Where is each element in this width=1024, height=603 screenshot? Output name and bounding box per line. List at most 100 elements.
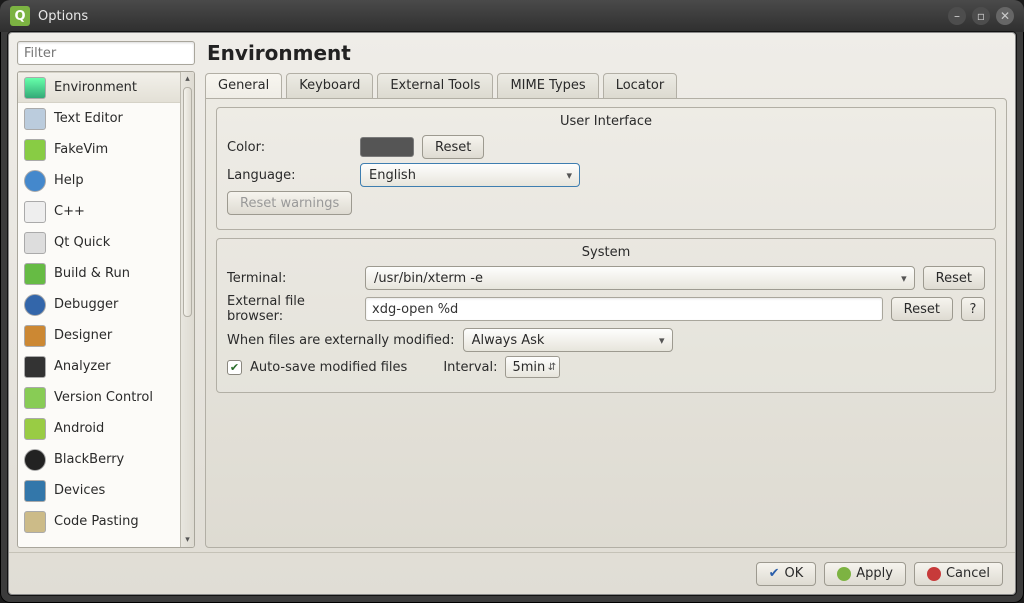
color-reset-button[interactable]: Reset xyxy=(422,135,484,159)
fakevim-icon xyxy=(24,139,46,161)
sidebar-item-cpp[interactable]: C++ xyxy=(18,196,180,227)
button-label: Reset xyxy=(936,271,972,286)
android-icon xyxy=(24,418,46,440)
sidebar-item-fakevim[interactable]: FakeVim xyxy=(18,134,180,165)
interval-label: Interval: xyxy=(443,360,497,375)
sidebar-item-label: Text Editor xyxy=(54,111,123,126)
sidebar-item-android[interactable]: Android xyxy=(18,413,180,444)
tab-keyboard[interactable]: Keyboard xyxy=(286,73,373,99)
page-title: Environment xyxy=(207,41,1007,65)
close-icon[interactable]: ✕ xyxy=(996,7,1014,25)
autosave-checkbox[interactable]: ✔ xyxy=(227,360,242,375)
sidebar-item-label: Android xyxy=(54,421,104,436)
sidebar-item-label: Designer xyxy=(54,328,112,343)
scroll-thumb[interactable] xyxy=(183,87,192,317)
system-group: System Terminal: /usr/bin/xterm -e Reset… xyxy=(216,238,996,393)
question-icon: ? xyxy=(970,302,977,317)
apply-icon xyxy=(837,567,851,581)
monitor-icon xyxy=(24,77,46,99)
check-icon: ✔ xyxy=(769,566,780,581)
sidebar-item-analyzer[interactable]: Analyzer xyxy=(18,351,180,382)
sidebar-item-debugger[interactable]: Debugger xyxy=(18,289,180,320)
external-browser-label: External file browser: xyxy=(227,294,357,324)
tab-pane-general: User Interface Color: Reset Language: En… xyxy=(205,98,1007,548)
tab-general[interactable]: General xyxy=(205,73,282,99)
tabbar: General Keyboard External Tools MIME Typ… xyxy=(205,73,1007,99)
devices-icon xyxy=(24,480,46,502)
sidebar-item-code-pasting[interactable]: Code Pasting xyxy=(18,506,180,537)
sidebar-item-label: Help xyxy=(54,173,84,188)
reset-warnings-button[interactable]: Reset warnings xyxy=(227,191,352,215)
color-swatch[interactable] xyxy=(360,137,414,157)
sidebar-item-version-control[interactable]: Version Control xyxy=(18,382,180,413)
external-browser-reset-button[interactable]: Reset xyxy=(891,297,953,321)
filter-input[interactable] xyxy=(17,41,195,65)
spin-value: 5min xyxy=(512,360,545,375)
autosave-label: Auto-save modified files xyxy=(250,360,407,375)
sidebar-item-blackberry[interactable]: BlackBerry xyxy=(18,444,180,475)
sidebar-item-designer[interactable]: Designer xyxy=(18,320,180,351)
tab-label: Locator xyxy=(616,78,664,93)
button-label: Cancel xyxy=(946,566,990,581)
button-label: Reset warnings xyxy=(240,196,339,211)
sidebar-item-label: Debugger xyxy=(54,297,118,312)
tab-locator[interactable]: Locator xyxy=(603,73,677,99)
sidebar-item-label: C++ xyxy=(54,204,85,219)
button-label: Reset xyxy=(904,302,940,317)
sidebar-item-environment[interactable]: Environment xyxy=(18,72,180,103)
client-area: Environment Text Editor FakeVim Help C++… xyxy=(8,32,1016,595)
window-title: Options xyxy=(38,9,88,24)
language-select[interactable]: English xyxy=(360,163,580,187)
cancel-button[interactable]: Cancel xyxy=(914,562,1003,586)
sidebar-item-label: Code Pasting xyxy=(54,514,139,529)
help-button[interactable]: ? xyxy=(961,297,985,321)
select-value: English xyxy=(369,168,416,183)
tab-label: General xyxy=(218,78,269,93)
sidebar-item-label: Environment xyxy=(54,80,137,95)
terminal-select[interactable]: /usr/bin/xterm -e xyxy=(365,266,915,290)
select-value: Always Ask xyxy=(472,333,545,348)
options-window: Q Options – ▫ ✕ Environment Text Editor … xyxy=(0,0,1024,603)
sidebar-item-label: BlackBerry xyxy=(54,452,124,467)
group-title: System xyxy=(227,245,985,260)
group-title: User Interface xyxy=(227,114,985,129)
debugger-icon xyxy=(24,294,46,316)
tab-external-tools[interactable]: External Tools xyxy=(377,73,493,99)
button-label: OK xyxy=(784,566,803,581)
external-modified-label: When files are externally modified: xyxy=(227,333,455,348)
code-pasting-icon xyxy=(24,511,46,533)
cpp-icon xyxy=(24,201,46,223)
sidebar-item-label: Build & Run xyxy=(54,266,130,281)
sidebar-scrollbar[interactable]: ▴ ▾ xyxy=(180,72,194,547)
blackberry-icon xyxy=(24,449,46,471)
category-sidebar: Environment Text Editor FakeVim Help C++… xyxy=(17,71,195,548)
sidebar-item-qt-quick[interactable]: Qt Quick xyxy=(18,227,180,258)
tab-label: External Tools xyxy=(390,78,480,93)
user-interface-group: User Interface Color: Reset Language: En… xyxy=(216,107,996,230)
scroll-up-icon[interactable]: ▴ xyxy=(181,72,194,86)
help-icon xyxy=(24,170,46,192)
external-browser-input[interactable] xyxy=(365,297,883,321)
sidebar-item-devices[interactable]: Devices xyxy=(18,475,180,506)
terminal-reset-button[interactable]: Reset xyxy=(923,266,985,290)
version-control-icon xyxy=(24,387,46,409)
apply-button[interactable]: Apply xyxy=(824,562,906,586)
designer-icon xyxy=(24,325,46,347)
button-label: Reset xyxy=(435,140,471,155)
analyzer-icon xyxy=(24,356,46,378)
sidebar-item-help[interactable]: Help xyxy=(18,165,180,196)
qt-icon: Q xyxy=(10,6,30,26)
sidebar-item-text-editor[interactable]: Text Editor xyxy=(18,103,180,134)
minimize-icon[interactable]: – xyxy=(948,7,966,25)
scroll-down-icon[interactable]: ▾ xyxy=(181,533,194,547)
titlebar: Q Options – ▫ ✕ xyxy=(0,0,1024,32)
sidebar-item-label: FakeVim xyxy=(54,142,108,157)
external-modified-select[interactable]: Always Ask xyxy=(463,328,673,352)
tab-label: MIME Types xyxy=(510,78,585,93)
sidebar-item-build-run[interactable]: Build & Run xyxy=(18,258,180,289)
ok-button[interactable]: ✔ OK xyxy=(756,562,817,586)
sidebar-item-label: Qt Quick xyxy=(54,235,110,250)
maximize-icon[interactable]: ▫ xyxy=(972,7,990,25)
tab-mime-types[interactable]: MIME Types xyxy=(497,73,598,99)
interval-spinbox[interactable]: 5min xyxy=(505,356,560,378)
